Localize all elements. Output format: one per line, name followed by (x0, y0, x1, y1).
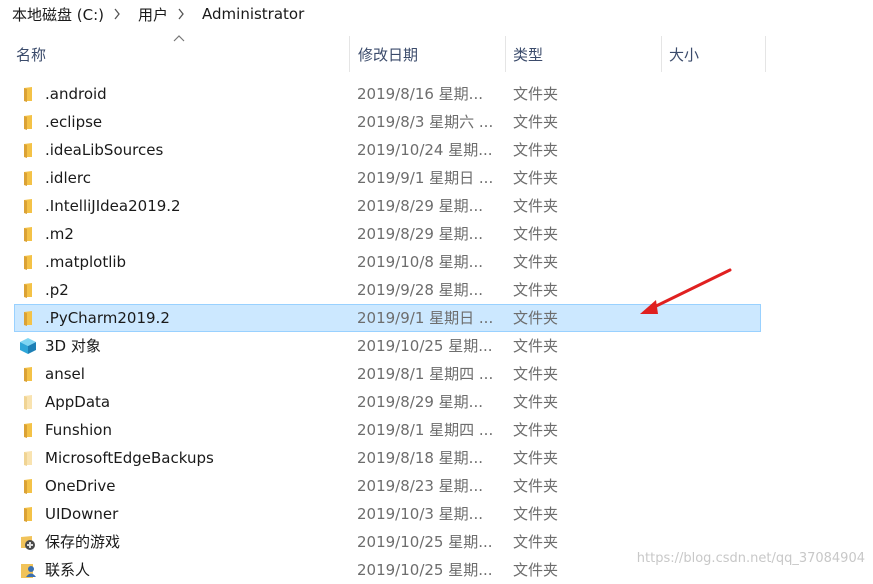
file-date-modified: 2019/10/3 星期... (357, 505, 483, 523)
file-name: 3D 对象 (45, 337, 101, 355)
file-date-modified: 2019/9/28 星期... (357, 281, 483, 299)
column-header-type[interactable]: 类型 (507, 36, 661, 72)
file-name: .p2 (45, 281, 69, 299)
chevron-right-icon[interactable] (108, 8, 126, 20)
column-divider[interactable] (765, 36, 766, 72)
file-row[interactable]: 3D 对象 2019/10/25 星期... 文件夹 (14, 332, 761, 360)
column-header-name[interactable]: 名称 (10, 36, 350, 72)
folder-icon (19, 473, 37, 499)
file-row[interactable]: AppData 2019/8/29 星期... 文件夹 (14, 388, 761, 416)
folder-icon (19, 361, 37, 387)
file-row[interactable]: .eclipse 2019/8/3 星期六 ... 文件夹 (14, 108, 761, 136)
file-name: MicrosoftEdgeBackups (45, 449, 214, 467)
file-name: AppData (45, 393, 111, 411)
file-date-modified: 2019/8/16 星期... (357, 85, 483, 103)
folder-icon (19, 109, 37, 135)
contacts-icon (19, 557, 37, 583)
file-name: .eclipse (45, 113, 103, 131)
file-row[interactable]: .m2 2019/8/29 星期... 文件夹 (14, 220, 761, 248)
file-type: 文件夹 (513, 421, 559, 439)
file-date-modified: 2019/8/29 星期... (357, 197, 483, 215)
chevron-right-icon[interactable] (172, 8, 190, 20)
file-name: .ideaLibSources (45, 141, 164, 159)
file-type: 文件夹 (513, 141, 559, 159)
file-type: 文件夹 (513, 533, 559, 551)
folder-icon (19, 137, 37, 163)
watermark: https://blog.csdn.net/qq_37084904 (636, 551, 865, 566)
file-row[interactable]: ansel 2019/8/1 星期四 ... 文件夹 (14, 360, 761, 388)
folder-icon (19, 193, 37, 219)
folder-icon (19, 81, 37, 107)
file-date-modified: 2019/8/18 星期... (357, 449, 483, 467)
file-row[interactable]: Funshion 2019/8/1 星期四 ... 文件夹 (14, 416, 761, 444)
file-date-modified: 2019/8/29 星期... (357, 225, 483, 243)
column-divider[interactable] (349, 36, 350, 72)
3d-objects-icon (19, 333, 37, 359)
file-type: 文件夹 (513, 393, 559, 411)
breadcrumb-drive[interactable]: 本地磁盘 (C:) (0, 4, 108, 25)
folder-icon (19, 501, 37, 527)
saved-games-icon (19, 529, 37, 555)
folder-icon (19, 249, 37, 275)
file-date-modified: 2019/8/1 星期四 ... (357, 365, 494, 383)
file-date-modified: 2019/10/25 星期... (357, 337, 493, 355)
file-name: .android (45, 85, 107, 103)
file-date-modified: 2019/8/3 星期六 ... (357, 113, 494, 131)
column-header-date[interactable]: 修改日期 (352, 36, 505, 72)
file-name: .matplotlib (45, 253, 127, 271)
breadcrumb-users[interactable]: 用户 (126, 4, 172, 25)
breadcrumb: 本地磁盘 (C:) 用户 Administrator (0, 0, 873, 28)
file-type: 文件夹 (513, 197, 559, 215)
file-name: .idlerc (45, 169, 91, 187)
folder-icon (19, 277, 37, 303)
folder-icon (19, 221, 37, 247)
file-date-modified: 2019/10/8 星期... (357, 253, 483, 271)
file-name: UIDowner (45, 505, 119, 523)
file-row[interactable]: UIDowner 2019/10/3 星期... 文件夹 (14, 500, 761, 528)
file-type: 文件夹 (513, 85, 559, 103)
folder-icon (19, 417, 37, 443)
file-date-modified: 2019/9/1 星期日 ... (357, 309, 494, 327)
column-divider[interactable] (661, 36, 662, 72)
file-row[interactable]: OneDrive 2019/8/23 星期... 文件夹 (14, 472, 761, 500)
file-row[interactable]: .IntelliJIdea2019.2 2019/8/29 星期... 文件夹 (14, 192, 761, 220)
file-type: 文件夹 (513, 505, 559, 523)
breadcrumb-current[interactable]: Administrator (190, 5, 308, 23)
file-row[interactable]: .idlerc 2019/9/1 星期日 ... 文件夹 (14, 164, 761, 192)
folder-icon (19, 305, 37, 331)
file-name: ansel (45, 365, 85, 383)
file-row[interactable]: MicrosoftEdgeBackups 2019/8/18 星期... 文件夹 (14, 444, 761, 472)
file-name: 联系人 (45, 561, 91, 579)
file-type: 文件夹 (513, 169, 559, 187)
folder-icon (19, 165, 37, 191)
file-row[interactable]: .android 2019/8/16 星期... 文件夹 (14, 80, 761, 108)
file-type: 文件夹 (513, 225, 559, 243)
file-type: 文件夹 (513, 561, 559, 579)
column-header-size[interactable]: 大小 (663, 36, 765, 72)
column-divider[interactable] (505, 36, 506, 72)
hidden-folder-icon (19, 445, 37, 471)
file-date-modified: 2019/9/1 星期日 ... (357, 169, 494, 187)
file-name: Funshion (45, 421, 112, 439)
file-row[interactable]: .ideaLibSources 2019/10/24 星期... 文件夹 (14, 136, 761, 164)
file-type: 文件夹 (513, 477, 559, 495)
hidden-folder-icon (19, 389, 37, 415)
file-date-modified: 2019/10/25 星期... (357, 533, 493, 551)
file-type: 文件夹 (513, 365, 559, 383)
file-date-modified: 2019/10/25 星期... (357, 561, 493, 579)
file-type: 文件夹 (513, 113, 559, 131)
annotation-arrow (640, 268, 732, 314)
file-name: .m2 (45, 225, 74, 243)
file-date-modified: 2019/10/24 星期... (357, 141, 493, 159)
file-type: 文件夹 (513, 449, 559, 467)
file-type: 文件夹 (513, 337, 559, 355)
file-date-modified: 2019/8/23 星期... (357, 477, 483, 495)
file-name: .IntelliJIdea2019.2 (45, 197, 181, 215)
file-date-modified: 2019/8/1 星期四 ... (357, 421, 494, 439)
file-name: .PyCharm2019.2 (45, 309, 170, 327)
file-name: OneDrive (45, 477, 116, 495)
file-date-modified: 2019/8/29 星期... (357, 393, 483, 411)
file-name: 保存的游戏 (45, 533, 121, 551)
column-header-bar: 名称 修改日期 类型 大小 (0, 35, 873, 72)
